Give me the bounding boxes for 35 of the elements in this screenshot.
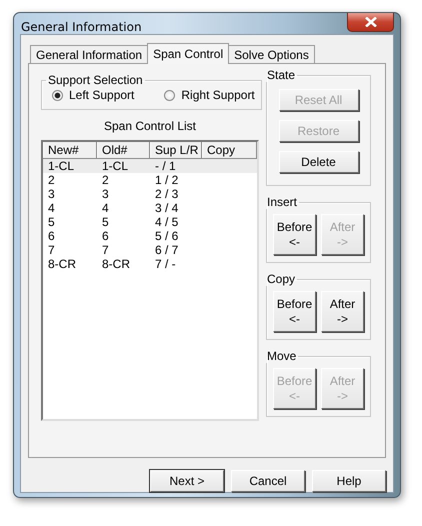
list-row[interactable]: 6 6 5 / 6 [43,229,257,243]
group-title: State [266,68,296,82]
action-button[interactable]: Before <- [273,214,316,255]
radio-label: Right Support [181,88,255,102]
group-title: Insert [266,195,298,209]
group-title: Copy [266,272,296,286]
list-row[interactable]: 8-CR 8-CR 7 / - [43,257,257,271]
list-row[interactable]: 1-CL 1-CL - / 1 [43,159,257,173]
action-button[interactable]: Before <- [273,291,316,332]
action-button[interactable]: After -> [321,291,364,332]
tab[interactable]: Solve Options [228,45,315,63]
window-title: General Information [21,20,142,34]
close-button[interactable] [347,13,394,32]
radio-label: Left Support [69,88,134,102]
radio-option[interactable]: Left Support [52,88,134,102]
column-header[interactable]: Copy [202,142,257,158]
footer-button[interactable]: Help [312,470,386,492]
tab[interactable]: Span Control [147,43,230,64]
group-title: Move [266,349,298,363]
column-header[interactable]: Sup L/R [150,142,202,158]
column-header[interactable]: Old# [97,142,150,158]
radio-option[interactable]: Right Support [164,88,255,102]
list-row[interactable]: 4 4 3 / 4 [43,201,257,215]
column-header[interactable]: New# [43,142,97,158]
footer-button[interactable]: Next > [150,470,224,492]
group-title: Support Selection [47,73,144,87]
close-icon [364,17,376,27]
action-button[interactable]: Delete [278,151,358,173]
footer-button[interactable]: Cancel [231,470,305,492]
list-row[interactable]: 7 7 6 / 7 [43,243,257,257]
list-row[interactable]: 5 5 4 / 5 [43,215,257,229]
list-row[interactable]: 3 3 2 / 3 [43,187,257,201]
list-title: Span Control List [102,119,198,133]
tab[interactable]: General Information [30,45,148,63]
list-row[interactable]: 2 2 1 / 2 [43,173,257,187]
